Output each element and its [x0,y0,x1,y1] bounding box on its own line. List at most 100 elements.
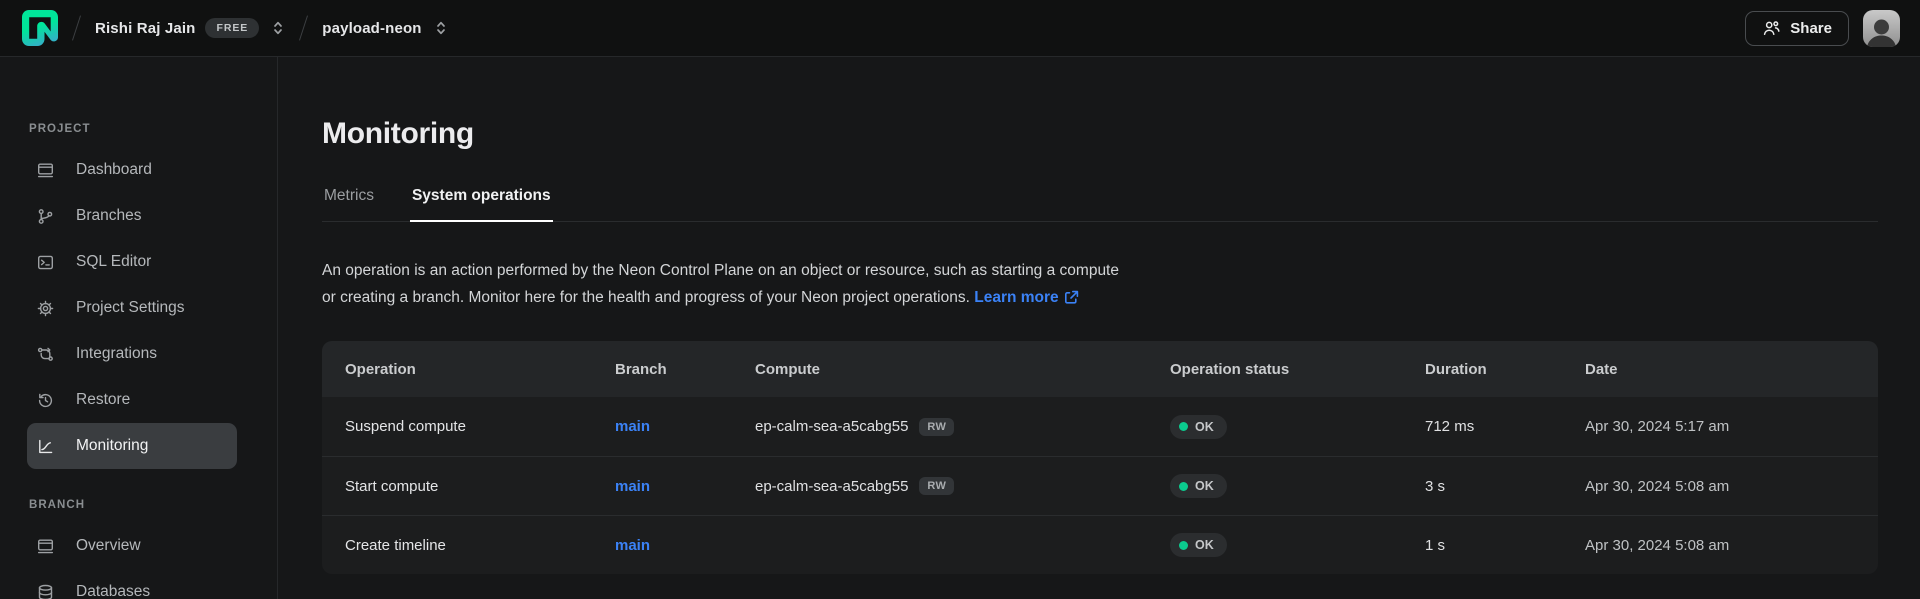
sidebar-section-label: PROJECT [29,123,277,135]
sidebar-item-branches[interactable]: Branches [27,193,237,239]
column-header-date: Date [1585,361,1878,378]
column-header-compute: Compute [755,361,1170,378]
avatar-silhouette-icon [1863,17,1900,47]
breadcrumb-slash [299,15,308,40]
sidebar-item-integrations[interactable]: Integrations [27,331,237,377]
compute-cell: ep-calm-sea-a5cabg55 RW [755,418,1170,436]
sidebar-item-overview[interactable]: Overview [27,523,237,569]
compute-rw-badge: RW [919,477,954,495]
sidebar-item-dashboard[interactable]: Dashboard [27,147,237,193]
operation-cell: Start compute [345,478,615,495]
status-label: OK [1195,538,1214,552]
operation-cell: Create timeline [345,537,615,554]
sidebar-item-label: Overview [76,537,141,555]
sidebar-item-sql-editor[interactable]: SQL Editor [27,239,237,285]
status-badge: OK [1170,533,1227,557]
column-header-duration: Duration [1425,361,1585,378]
table-row: Start computemain ep-calm-sea-a5cabg55 RW O… [322,456,1878,515]
tab-bar: Metrics System operations [322,187,1878,222]
sidebar-item-label: Restore [76,391,130,409]
branch-link[interactable]: main [615,537,650,554]
compute-endpoint: ep-calm-sea-a5cabg55 [755,478,908,495]
sidebar-section-label: BRANCH [29,499,277,511]
duration-cell: 712 ms [1425,418,1585,435]
integrations-icon [37,346,54,363]
sidebar-item-label: Project Settings [76,299,185,317]
sidebar-item-label: Dashboard [76,161,152,179]
sidebar-item-label: Databases [76,583,150,599]
table-header-row: OperationBranchComputeOperation statusDu… [322,341,1878,397]
sidebar-item-label: Branches [76,207,141,225]
compute-cell: ep-calm-sea-a5cabg55 RW [755,477,1170,495]
sidebar: PROJECT Dashboard Branches SQL Editor Projec… [0,57,278,599]
status-cell: OK [1170,533,1425,557]
sidebar-item-label: Monitoring [76,437,148,455]
overview-icon [37,538,54,555]
duration-cell: 1 s [1425,537,1585,554]
status-badge: OK [1170,415,1227,439]
plan-badge: FREE [205,18,259,38]
project-settings-icon [37,300,54,317]
monitoring-icon [37,438,54,455]
org-name: Rishi Raj Jain [95,20,195,37]
main-content: Monitoring Metrics System operations An o… [278,57,1920,599]
status-cell: OK [1170,474,1425,498]
dashboard-icon [37,162,54,179]
project-name: payload-neon [322,20,421,37]
operations-table: OperationBranchComputeOperation statusDu… [322,341,1878,574]
sql-editor-icon [37,254,54,271]
date-cell: Apr 30, 2024 5:17 am [1585,418,1878,435]
page-description: An operation is an action performed by t… [322,257,1878,311]
status-label: OK [1195,420,1214,434]
status-badge: OK [1170,474,1227,498]
description-line-2: or creating a branch. Monitor here for t… [322,289,970,306]
operation-cell: Suspend compute [345,418,615,435]
column-header-operation-status: Operation status [1170,361,1425,378]
sidebar-item-label: Integrations [76,345,157,363]
branches-icon [37,208,54,225]
column-header-branch: Branch [615,361,755,378]
share-button[interactable]: Share [1745,11,1849,46]
tab-system-operations[interactable]: System operations [410,187,553,222]
date-cell: Apr 30, 2024 5:08 am [1585,537,1878,554]
share-label: Share [1790,20,1832,37]
sidebar-item-databases[interactable]: Databases [27,569,237,599]
column-header-operation: Operation [345,361,615,378]
chevron-updown-icon[interactable] [434,19,448,37]
status-label: OK [1195,479,1214,493]
branch-cell: main [615,418,755,435]
sidebar-item-label: SQL Editor [76,253,151,271]
status-ok-dot-icon [1179,482,1188,491]
learn-more-link[interactable]: Learn more [974,284,1078,311]
top-bar: Rishi Raj Jain FREE payload-neon [0,0,1920,57]
table-row: Create timelinemain OK 1 sApr 30, 2024 5:0… [322,515,1878,574]
sidebar-item-monitoring[interactable]: Monitoring [27,423,237,469]
status-ok-dot-icon [1179,541,1188,550]
table-body: Suspend computemainep-calm-sea-a5cabg55R… [322,397,1878,574]
sidebar-item-project-settings[interactable]: Project Settings [27,285,237,331]
external-link-icon [1064,290,1079,305]
compute-rw-badge: RW [919,418,954,436]
breadcrumb-slash [72,15,81,40]
date-cell: Apr 30, 2024 5:08 am [1585,478,1878,495]
branch-link[interactable]: main [615,418,650,435]
user-avatar[interactable] [1863,10,1900,47]
compute-endpoint: ep-calm-sea-a5cabg55 [755,418,908,435]
breadcrumb: Rishi Raj Jain FREE payload-neon [22,10,1745,46]
branch-link[interactable]: main [615,478,650,495]
branch-cell: main [615,537,755,554]
restore-icon [37,392,54,409]
people-icon [1762,19,1781,38]
page-title: Monitoring [322,117,1878,151]
org-selector[interactable]: Rishi Raj Jain FREE [95,18,285,38]
sidebar-item-restore[interactable]: Restore [27,377,237,423]
tab-metrics[interactable]: Metrics [322,187,376,222]
duration-cell: 3 s [1425,478,1585,495]
neon-logo-icon[interactable] [22,10,58,46]
databases-icon [37,584,54,599]
project-selector[interactable]: payload-neon [322,19,447,37]
table-row: Suspend computemain ep-calm-sea-a5cabg55 R… [322,397,1878,456]
chevron-updown-icon[interactable] [271,19,285,37]
branch-cell: main [615,478,755,495]
description-line-1: An operation is an action performed by t… [322,262,1119,279]
